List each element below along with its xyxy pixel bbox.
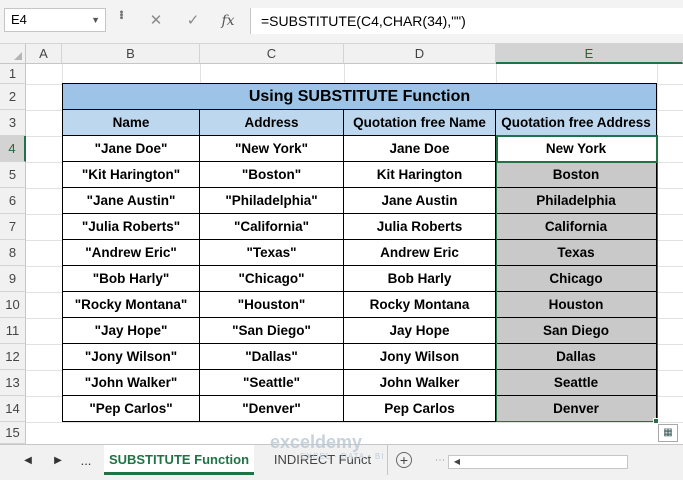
row-header-8[interactable]: 8 — [0, 240, 26, 266]
table-cell[interactable]: "Jay Hope" — [62, 318, 200, 344]
table-header-cell[interactable]: Quotation free Name — [344, 110, 496, 136]
table-cell[interactable]: "California" — [200, 214, 344, 240]
column-header-e[interactable]: E — [496, 44, 683, 64]
table-cell[interactable]: "Boston" — [200, 162, 344, 188]
chevron-down-icon[interactable]: ▼ — [91, 9, 100, 31]
watermark-brand: exceldemy — [270, 432, 363, 452]
column-header-d[interactable]: D — [344, 44, 496, 64]
table-cell[interactable]: "Philadelphia" — [200, 188, 344, 214]
table-cell[interactable]: "Bob Harly" — [62, 266, 200, 292]
table-header-cell[interactable]: Quotation free Address — [496, 110, 657, 136]
table-cell[interactable]: "Jony Wilson" — [62, 344, 200, 370]
table-cell[interactable]: "Houston" — [200, 292, 344, 318]
row-header-12[interactable]: 12 — [0, 344, 26, 370]
table-cell[interactable]: Jay Hope — [344, 318, 496, 344]
table-cell[interactable]: "Jane Doe" — [62, 136, 200, 162]
table-header-cell[interactable]: Name — [62, 110, 200, 136]
table-cell[interactable]: Julia Roberts — [344, 214, 496, 240]
row-header-5[interactable]: 5 — [0, 162, 26, 188]
table-cell[interactable]: "Julia Roberts" — [62, 214, 200, 240]
table-cell[interactable]: Bob Harly — [344, 266, 496, 292]
row-header-3[interactable]: 3 — [0, 110, 26, 136]
row-header-10[interactable]: 10 — [0, 292, 26, 318]
formula-bar: E4 ▼ ••• ✕ ✓ fx =SUBSTITUTE(C4,CHAR(34),… — [0, 0, 683, 44]
table-cell[interactable]: "Rocky Montana" — [62, 292, 200, 318]
insert-function-button[interactable]: fx — [216, 10, 240, 32]
table-cell[interactable]: "Dallas" — [200, 344, 344, 370]
table-cell[interactable]: Texas — [496, 240, 657, 266]
add-sheet-icon[interactable]: + — [396, 452, 412, 468]
more-sheets-button[interactable]: ... — [76, 452, 96, 470]
table-cell[interactable]: New York — [496, 136, 657, 162]
watermark-tagline: EXCEL · DATA · BI — [300, 452, 385, 461]
table-cell[interactable]: Chicago — [496, 266, 657, 292]
row-header-11[interactable]: 11 — [0, 318, 26, 344]
column-header-a[interactable]: A — [26, 44, 62, 64]
table-cell[interactable]: Dallas — [496, 344, 657, 370]
row-header-6[interactable]: 6 — [0, 188, 26, 214]
table-cell[interactable]: Jony Wilson — [344, 344, 496, 370]
table-cell[interactable]: Seattle — [496, 370, 657, 396]
table-cell[interactable]: California — [496, 214, 657, 240]
table-cell[interactable]: "Kit Harington" — [62, 162, 200, 188]
formula-input[interactable]: =SUBSTITUTE(C4,CHAR(34),"") — [250, 8, 683, 34]
horizontal-scrollbar[interactable] — [448, 455, 628, 469]
table-header-cell[interactable]: Address — [200, 110, 344, 136]
column-header-c[interactable]: C — [200, 44, 344, 64]
tab-splitter-icon[interactable]: ⋮ — [434, 455, 445, 463]
row-header-1[interactable]: 1 — [0, 64, 26, 84]
table-cell[interactable]: John Walker — [344, 370, 496, 396]
row-header-7[interactable]: 7 — [0, 214, 26, 240]
row-header-4[interactable]: 4 — [0, 136, 26, 162]
name-box-value: E4 — [11, 12, 27, 27]
table-cell[interactable]: "Jane Austin" — [62, 188, 200, 214]
table-cell[interactable]: Jane Austin — [344, 188, 496, 214]
table-cell[interactable]: Rocky Montana — [344, 292, 496, 318]
scrollbar-left-arrow-icon[interactable]: ◀ — [450, 455, 464, 469]
scroll-left-icon[interactable]: ◀ — [20, 452, 36, 470]
gridline — [657, 64, 658, 422]
table-cell[interactable]: "John Walker" — [62, 370, 200, 396]
table-cell[interactable]: Boston — [496, 162, 657, 188]
row-header-13[interactable]: 13 — [0, 370, 26, 396]
table-cell[interactable]: Denver — [496, 396, 657, 422]
table-cell[interactable]: "San Diego" — [200, 318, 344, 344]
table-cell[interactable]: Houston — [496, 292, 657, 318]
column-header-b[interactable]: B — [62, 44, 200, 64]
table-cell[interactable]: Pep Carlos — [344, 396, 496, 422]
row-header-15[interactable]: 15 — [0, 422, 26, 444]
row-header-14[interactable]: 14 — [0, 396, 26, 422]
more-options-icon[interactable]: ••• — [115, 10, 127, 19]
gridline — [26, 422, 683, 423]
table-cell[interactable]: "Andrew Eric" — [62, 240, 200, 266]
row-header-2[interactable]: 2 — [0, 84, 26, 110]
table-cell[interactable]: "Seattle" — [200, 370, 344, 396]
table-cell[interactable]: "Pep Carlos" — [62, 396, 200, 422]
tab-substitute-function[interactable]: SUBSTITUTE Function — [104, 445, 254, 475]
table-cell[interactable]: "Denver" — [200, 396, 344, 422]
row-header-9[interactable]: 9 — [0, 266, 26, 292]
scroll-right-icon[interactable]: ▶ — [50, 452, 66, 470]
table-cell[interactable]: San Diego — [496, 318, 657, 344]
table-cell[interactable]: "New York" — [200, 136, 344, 162]
table-cell[interactable]: "Texas" — [200, 240, 344, 266]
table-cell[interactable]: Philadelphia — [496, 188, 657, 214]
table-cell[interactable]: Jane Doe — [344, 136, 496, 162]
name-box[interactable]: E4 ▼ — [4, 8, 106, 32]
table-cell[interactable]: Andrew Eric — [344, 240, 496, 266]
table-cell[interactable]: "Chicago" — [200, 266, 344, 292]
table-cell[interactable]: Kit Harington — [344, 162, 496, 188]
cancel-icon[interactable]: ✕ — [144, 10, 168, 32]
table-title[interactable]: Using SUBSTITUTE Function — [62, 83, 657, 110]
select-all-button[interactable] — [0, 44, 26, 64]
quick-analysis-icon[interactable]: ▦ — [658, 424, 678, 442]
enter-icon[interactable]: ✓ — [181, 10, 205, 32]
